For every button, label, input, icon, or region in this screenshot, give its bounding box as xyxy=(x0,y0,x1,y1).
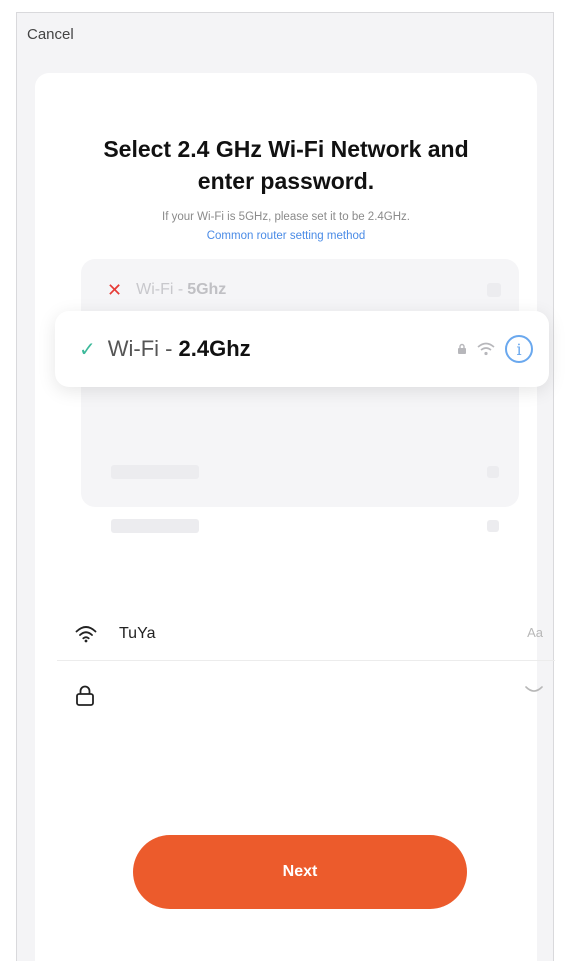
eye-closed-icon[interactable] xyxy=(525,685,543,695)
cancel-button[interactable]: Cancel xyxy=(27,26,74,43)
title-line-1: Select 2.4 GHz Wi-Fi Network and xyxy=(103,136,469,162)
app-frame: Cancel Select 2.4 GHz Wi-Fi Network and … xyxy=(16,12,555,962)
info-icon[interactable]: i xyxy=(505,335,533,363)
next-button[interactable]: Next xyxy=(133,835,467,909)
placeholder-icon xyxy=(487,466,499,478)
placeholder-icon xyxy=(487,520,499,532)
page-title: Select 2.4 GHz Wi-Fi Network and enter p… xyxy=(35,133,537,197)
network-icons: i xyxy=(457,335,533,363)
network-2-4ghz-band: 2.4Ghz xyxy=(178,336,251,361)
network-5ghz-row: ✕ Wi-Fi - 5Ghz xyxy=(107,265,226,315)
title-line-2: enter password. xyxy=(197,168,375,194)
wifi-icon xyxy=(75,625,97,642)
network-2-4ghz-card: ✓ Wi-Fi - 2.4Ghz i xyxy=(55,311,549,387)
cross-icon: ✕ xyxy=(107,279,123,300)
router-setting-link[interactable]: Common router setting method xyxy=(35,230,537,242)
placeholder-icon xyxy=(487,283,501,297)
wifi-ssid-value: TuYa xyxy=(119,624,156,642)
wifi-small-icon xyxy=(477,342,495,356)
wifi-ssid-field[interactable]: TuYa Aa xyxy=(57,607,555,661)
check-icon: ✓ xyxy=(79,338,96,361)
placeholder-bar xyxy=(111,465,199,479)
lock-icon xyxy=(76,685,94,706)
lock-small-icon xyxy=(458,343,466,354)
network-5ghz-band: 5Ghz xyxy=(187,281,227,298)
password-field[interactable] xyxy=(57,669,555,723)
placeholder-bar xyxy=(111,519,199,533)
text-mode-toggle[interactable]: Aa xyxy=(527,625,543,640)
network-2-4ghz-name: Wi-Fi - xyxy=(107,336,173,361)
band-hint: If your Wi-Fi is 5GHz, please set it to … xyxy=(162,211,410,223)
content-card: Select 2.4 GHz Wi-Fi Network and enter p… xyxy=(35,73,537,962)
network-5ghz-name: Wi-Fi - xyxy=(136,281,184,298)
